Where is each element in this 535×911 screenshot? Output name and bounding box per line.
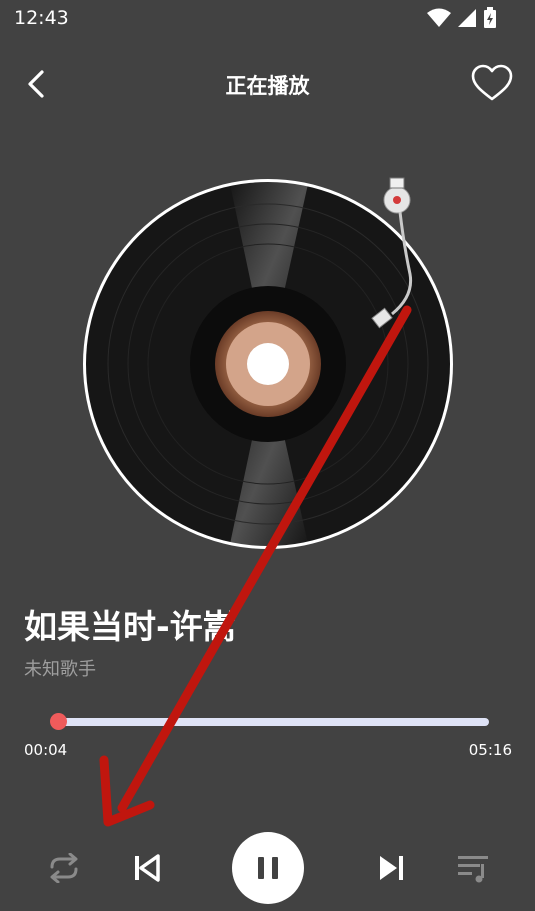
playlist-icon xyxy=(458,856,488,883)
favorite-button[interactable] xyxy=(470,62,514,106)
wifi-icon xyxy=(427,8,451,27)
previous-button[interactable] xyxy=(126,848,166,888)
progress-bar[interactable] xyxy=(49,713,489,730)
skip-next-icon xyxy=(380,856,403,880)
signal-icon xyxy=(458,9,476,27)
artist-name: 未知歌手 xyxy=(24,659,96,680)
heart-outline-icon xyxy=(471,64,513,101)
next-button[interactable] xyxy=(372,848,412,888)
play-pause-button[interactable] xyxy=(232,832,304,904)
status-time: 12:43 xyxy=(14,7,69,29)
pause-icon xyxy=(258,857,278,879)
repeat-button[interactable] xyxy=(43,848,85,888)
top-bar: 正在播放 xyxy=(0,56,535,112)
page-title: 正在播放 xyxy=(225,74,310,98)
repeat-icon xyxy=(50,853,78,883)
total-time: 05:16 xyxy=(468,741,512,759)
vinyl-record xyxy=(83,177,453,549)
current-time: 00:04 xyxy=(24,741,68,759)
playback-controls xyxy=(0,828,535,908)
status-icons xyxy=(427,7,497,29)
playlist-button[interactable] xyxy=(452,848,494,888)
skip-previous-icon xyxy=(135,854,160,882)
progress-thumb[interactable] xyxy=(49,713,67,730)
song-title: 如果当时-许嵩 xyxy=(24,607,236,646)
battery-icon xyxy=(484,7,496,28)
status-bar: 12:43 xyxy=(0,0,535,36)
